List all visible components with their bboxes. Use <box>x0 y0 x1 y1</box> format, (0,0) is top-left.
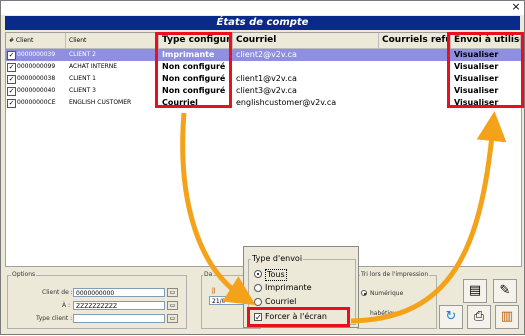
cell-envoi[interactable]: Visualiser <box>451 49 521 61</box>
cell-client-number: 0000000038 <box>17 75 56 82</box>
cell-client: ACHAT INTERNE <box>69 63 118 70</box>
tri-alphabetique-label: habétique <box>369 310 402 317</box>
date-field[interactable]: 21/0 <box>209 296 245 305</box>
close-icon[interactable]: × <box>510 1 522 13</box>
cell-client: CLIENT 2 <box>69 51 96 58</box>
tous-radio[interactable] <box>254 270 262 278</box>
printer-icon[interactable]: ⎙ <box>467 305 491 329</box>
eraser-icon[interactable]: ✎ <box>493 279 517 303</box>
title-bar: × <box>1 1 524 15</box>
header-client-number[interactable]: # Client <box>6 33 66 49</box>
cell-courriel: client3@v2v.ca <box>236 86 297 95</box>
imprimante-label: Imprimante <box>265 283 312 292</box>
cell-client: ENGLISH CUSTOMER <box>69 99 132 106</box>
a-field[interactable]: ZZZZZZZZZZ <box>73 301 165 310</box>
client-de-field[interactable]: 0000000000 <box>73 288 165 297</box>
cell-courriel: englishcustomer@v2v.ca <box>236 98 337 107</box>
cell-envoi[interactable]: Visualiser <box>451 73 521 85</box>
folder-icon[interactable]: ▭ <box>167 301 178 310</box>
header-client[interactable]: Client <box>66 33 159 49</box>
cell-client-number: 0000000039 <box>17 51 56 58</box>
tri-numerique-label: Numérique <box>369 290 405 297</box>
client-de-label: Client de : <box>41 289 74 296</box>
header-courriels-refuses[interactable]: Courriels refusés <box>379 33 451 49</box>
date-label: Da <box>203 271 214 278</box>
cell-envoi[interactable]: Visualiser <box>451 97 521 109</box>
date-format-label: JJ <box>211 287 217 294</box>
cell-type: Courriel <box>162 98 198 107</box>
tous-label: Tous <box>265 269 287 281</box>
forcer-checkbox[interactable]: ✓ <box>254 313 262 322</box>
courriel-radio[interactable] <box>254 298 262 306</box>
table-row[interactable]: ✓ 0000000099 ACHAT INTERNE Non configuré… <box>6 61 521 73</box>
cell-type: Non configuré <box>162 62 226 71</box>
imprimante-radio[interactable] <box>254 284 262 292</box>
window: × États de compte # Client Client Type c… <box>0 0 525 335</box>
cell-type: Imprimante <box>162 50 215 59</box>
header-type[interactable]: Type configuré <box>159 33 233 49</box>
accounts-table: # Client Client Type configuré Courriel … <box>5 32 522 267</box>
type-client-label: Type client : <box>35 315 74 322</box>
header-envoi[interactable]: Envoi à utiliser <box>451 33 521 49</box>
table-row[interactable]: ✓ 0000000040 CLIENT 3 Non configuré clie… <box>6 85 521 97</box>
type-client-field[interactable] <box>73 314 165 323</box>
cell-envoi[interactable]: Visualiser <box>451 61 521 73</box>
document-icon[interactable]: ▤ <box>463 279 487 303</box>
page-title: États de compte <box>5 16 520 30</box>
type-envoi-popup: Type d'envoi Tous Imprimante Courriel ✓ … <box>243 246 359 328</box>
courriel-label: Courriel <box>265 297 297 306</box>
table-row[interactable]: ✓ 0000000039 CLIENT 2 Imprimante client2… <box>6 49 521 61</box>
cell-client-number: 0000000040 <box>17 87 56 94</box>
cell-type: Non configuré <box>162 74 226 83</box>
cell-envoi[interactable]: Visualiser <box>451 85 521 97</box>
cell-client-number: 0000000099 <box>17 63 56 70</box>
tri-label: Tri lors de l'impression <box>360 271 430 278</box>
cell-type: Non configuré <box>162 86 226 95</box>
folder-icon[interactable]: ▭ <box>167 288 178 297</box>
cell-client-number: 00000000CE <box>17 99 56 106</box>
a-label: À : <box>61 302 72 309</box>
refresh-icon[interactable]: ↻ <box>439 305 463 329</box>
cell-courriel: client1@v2v.ca <box>236 74 297 83</box>
table-row[interactable]: ✓ 0000000038 CLIENT 1 Non configuré clie… <box>6 73 521 85</box>
folder-icon[interactable]: ▭ <box>167 314 178 323</box>
type-envoi-label: Type d'envoi <box>251 254 304 264</box>
tri-group <box>357 275 437 329</box>
forcer-label: Forcer à l'écran <box>265 312 327 321</box>
cell-courriel: client2@v2v.ca <box>236 50 297 59</box>
table-row[interactable]: ✓ 00000000CE ENGLISH CUSTOMER Courriel e… <box>6 97 521 109</box>
cell-client: CLIENT 1 <box>69 75 96 82</box>
header-courriel[interactable]: Courriel <box>233 33 379 49</box>
cell-client: CLIENT 3 <box>69 87 96 94</box>
options-label: Options <box>11 271 37 278</box>
tri-numerique-radio[interactable] <box>361 290 367 296</box>
exit-icon[interactable]: ▥ <box>495 305 519 329</box>
cell-courriel <box>233 61 379 73</box>
